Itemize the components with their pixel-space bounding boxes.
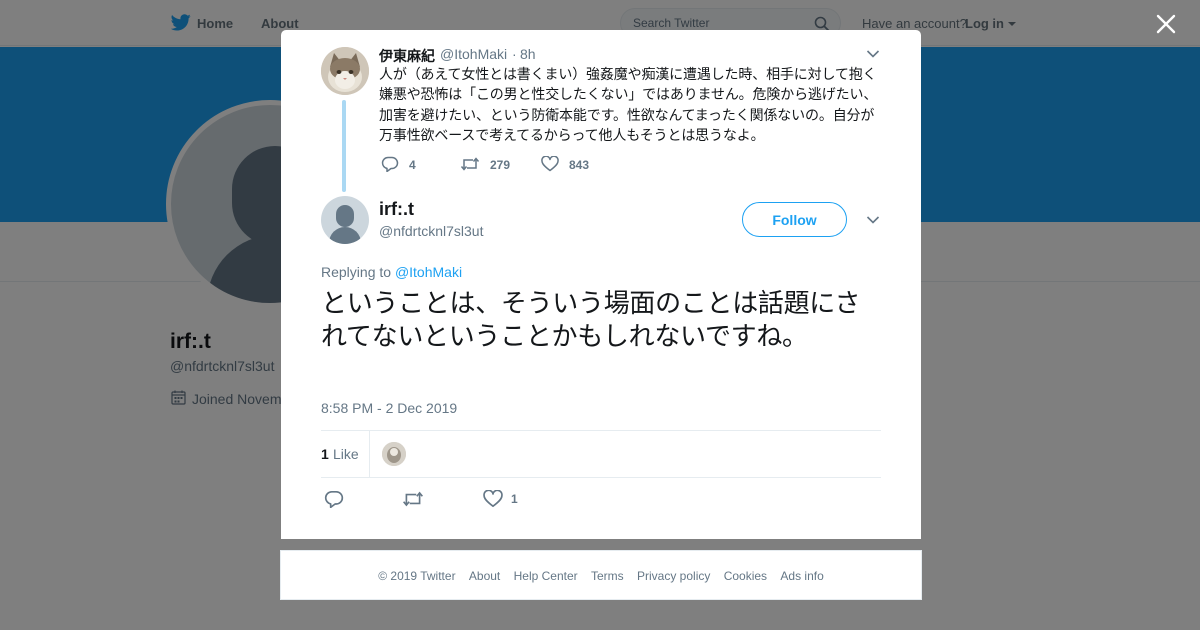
main-like-count: 1 bbox=[511, 492, 518, 506]
footer-link-about[interactable]: About bbox=[469, 569, 500, 583]
like-stat-count[interactable]: 1 bbox=[321, 446, 329, 462]
parent-tweet-timestamp[interactable]: 8h bbox=[520, 46, 536, 62]
parent-like-count: 843 bbox=[569, 158, 590, 172]
thread-connector-line bbox=[342, 100, 346, 192]
heart-icon[interactable] bbox=[483, 490, 503, 508]
main-tweet-fullname[interactable]: irf:.t bbox=[379, 199, 414, 220]
liker-avatar-image bbox=[382, 442, 406, 466]
parent-tweet-text: 人が（あえて女性とは書くまい）強姦魔や痴漢に遭遇した時、相手に対して抱く嫌悪や恐… bbox=[379, 67, 878, 144]
footer-link-ads-info[interactable]: Ads info bbox=[780, 569, 823, 583]
footer-link-privacy[interactable]: Privacy policy bbox=[637, 569, 710, 583]
footer-link-terms[interactable]: Terms bbox=[591, 569, 624, 583]
stats-divider bbox=[369, 431, 370, 477]
like-stat-label[interactable]: Like bbox=[333, 446, 359, 462]
footer-links: © 2019 Twitter About Help Center Terms P… bbox=[281, 569, 921, 583]
footer-link-cookies[interactable]: Cookies bbox=[724, 569, 767, 583]
modal-footer: © 2019 Twitter About Help Center Terms P… bbox=[280, 550, 922, 600]
parent-tweet-screen-name[interactable]: @ItohMaki bbox=[440, 46, 507, 62]
reply-icon[interactable] bbox=[324, 490, 344, 508]
replying-to-line: Replying to @ItohMaki bbox=[321, 264, 462, 280]
main-tweet-text: ということは、そういう場面のことは話題にされてないということかもしれないですね。 bbox=[321, 289, 861, 352]
close-icon[interactable] bbox=[1156, 14, 1176, 34]
chevron-down-icon[interactable] bbox=[866, 49, 880, 59]
parent-tweet-avatar[interactable] bbox=[321, 47, 369, 95]
liker-avatar[interactable] bbox=[382, 442, 406, 466]
main-tweet-date: 8:58 PM - 2 Dec 2019 bbox=[321, 400, 458, 416]
avatar-body-shape bbox=[329, 227, 361, 244]
cat-avatar-image bbox=[321, 47, 369, 95]
parent-reply-count: 4 bbox=[409, 158, 416, 172]
main-tweet-screen-name[interactable]: @nfdrtcknl7sl3ut bbox=[379, 223, 483, 239]
retweet-icon[interactable] bbox=[402, 490, 424, 508]
chevron-down-icon[interactable] bbox=[866, 215, 880, 225]
follow-button[interactable]: Follow bbox=[742, 202, 847, 237]
parent-tweet-fullname[interactable]: 伊東麻紀 bbox=[379, 46, 435, 66]
heart-icon bbox=[541, 156, 559, 172]
main-tweet-actions: 1 bbox=[321, 490, 881, 510]
retweet-icon bbox=[460, 157, 480, 171]
replying-to-link[interactable]: @ItohMaki bbox=[395, 264, 462, 280]
tweet-stats: 1 Like bbox=[321, 430, 881, 478]
parent-retweet-count: 279 bbox=[490, 158, 511, 172]
tweet-modal: 伊東麻紀 @ItohMaki · 8h 人が（あえて女性とは書くまい）強姦魔や痴… bbox=[281, 30, 921, 539]
avatar-head-shape bbox=[336, 205, 354, 227]
replying-to-prefix: Replying to bbox=[321, 264, 392, 280]
footer-link-help-center[interactable]: Help Center bbox=[514, 569, 578, 583]
main-tweet-avatar[interactable] bbox=[321, 196, 369, 244]
footer-copyright: © 2019 Twitter bbox=[378, 569, 456, 583]
time-separator: · bbox=[512, 46, 517, 62]
reply-icon bbox=[381, 156, 399, 172]
